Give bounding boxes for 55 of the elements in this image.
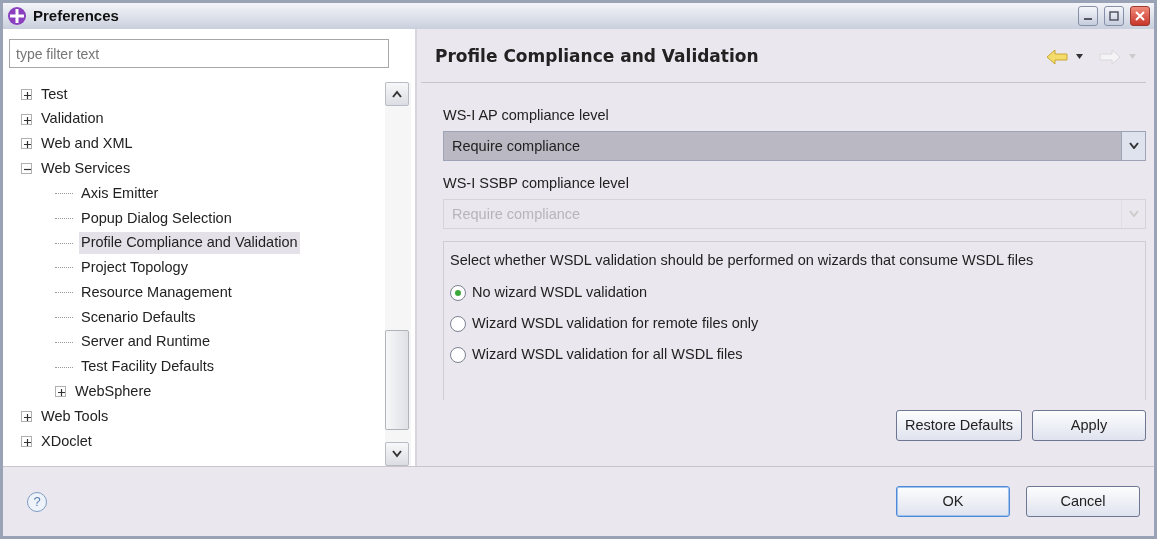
collapse-icon[interactable]	[21, 163, 32, 175]
expand-icon[interactable]	[55, 386, 66, 398]
scroll-down-button[interactable]	[385, 442, 409, 466]
page-title: Profile Compliance and Validation	[435, 44, 759, 68]
maximize-button[interactable]	[1104, 6, 1124, 26]
option-label[interactable]: Wizard WSDL validation for all WSDL files	[472, 343, 743, 366]
tree-item[interactable]: WebSphere	[73, 381, 154, 403]
apply-button[interactable]: Apply	[1032, 410, 1146, 442]
scroll-up-button[interactable]	[385, 82, 409, 106]
tree-item[interactable]: Web Tools	[39, 405, 111, 428]
expand-icon[interactable]	[21, 411, 32, 423]
radio-button[interactable]	[450, 284, 466, 301]
tree-item[interactable]: Web and XML	[39, 133, 135, 155]
tree-item[interactable]: Test Facility Defaults	[79, 356, 216, 379]
window-title: Preferences	[33, 5, 119, 26]
radio-button[interactable]	[450, 315, 466, 332]
field-label: WS-I AP compliance level	[443, 106, 610, 125]
close-button[interactable]	[1130, 6, 1150, 26]
tree-item[interactable]: Popup Dialog Selection	[79, 207, 234, 230]
close-icon	[1135, 11, 1145, 21]
chevron-down-icon	[392, 450, 402, 458]
option-label[interactable]: Wizard WSDL validation for remote files only	[472, 312, 759, 335]
help-button[interactable]: ?	[27, 491, 47, 512]
app-icon	[7, 6, 27, 26]
tree-item[interactable]: Project Topology	[79, 257, 190, 279]
expand-icon[interactable]	[21, 88, 32, 100]
option-label[interactable]: No wizard WSDL validation	[472, 281, 648, 304]
tree-item[interactable]: Test	[39, 83, 70, 106]
radio-button[interactable]	[450, 346, 466, 363]
tree-item[interactable]: Web Services	[39, 157, 133, 180]
dropdown[interactable]: Require compliance	[443, 130, 1146, 161]
expand-icon[interactable]	[21, 436, 32, 448]
minimize-icon	[1084, 18, 1092, 20]
ok-button[interactable]: OK	[896, 486, 1010, 517]
group-label: Select whether WSDL validation should be performed on wizards that consume WSDL files	[450, 250, 1035, 270]
filter-field[interactable]: type filter text	[9, 39, 389, 68]
tree-item[interactable]: Server and Runtime	[79, 331, 212, 354]
tree-item[interactable]: Resource Management	[79, 281, 234, 304]
cancel-button[interactable]: Cancel	[1026, 486, 1140, 517]
expand-icon[interactable]	[21, 113, 32, 125]
chevron-down-icon	[1128, 142, 1139, 150]
tree-item[interactable]: Scenario Defaults	[79, 306, 198, 329]
chevron-down-icon	[1128, 210, 1139, 217]
tree-item[interactable]: XDoclet	[39, 430, 94, 453]
tree-item[interactable]: Validation	[39, 108, 106, 131]
chevron-up-icon	[392, 90, 402, 98]
scrollbar-thumb[interactable]	[385, 330, 409, 430]
restore-defaults-button[interactable]: Restore Defaults	[896, 410, 1022, 442]
caret-icon[interactable]	[1076, 54, 1083, 59]
expand-icon[interactable]	[21, 138, 32, 150]
minimize-button[interactable]	[1078, 6, 1098, 26]
field-label: WS-I SSBP compliance level	[443, 173, 630, 193]
maximize-icon	[1109, 11, 1119, 21]
tree-item[interactable]: Profile Compliance and Validation	[79, 232, 300, 255]
tree-item[interactable]: Axis Emitter	[79, 182, 161, 205]
